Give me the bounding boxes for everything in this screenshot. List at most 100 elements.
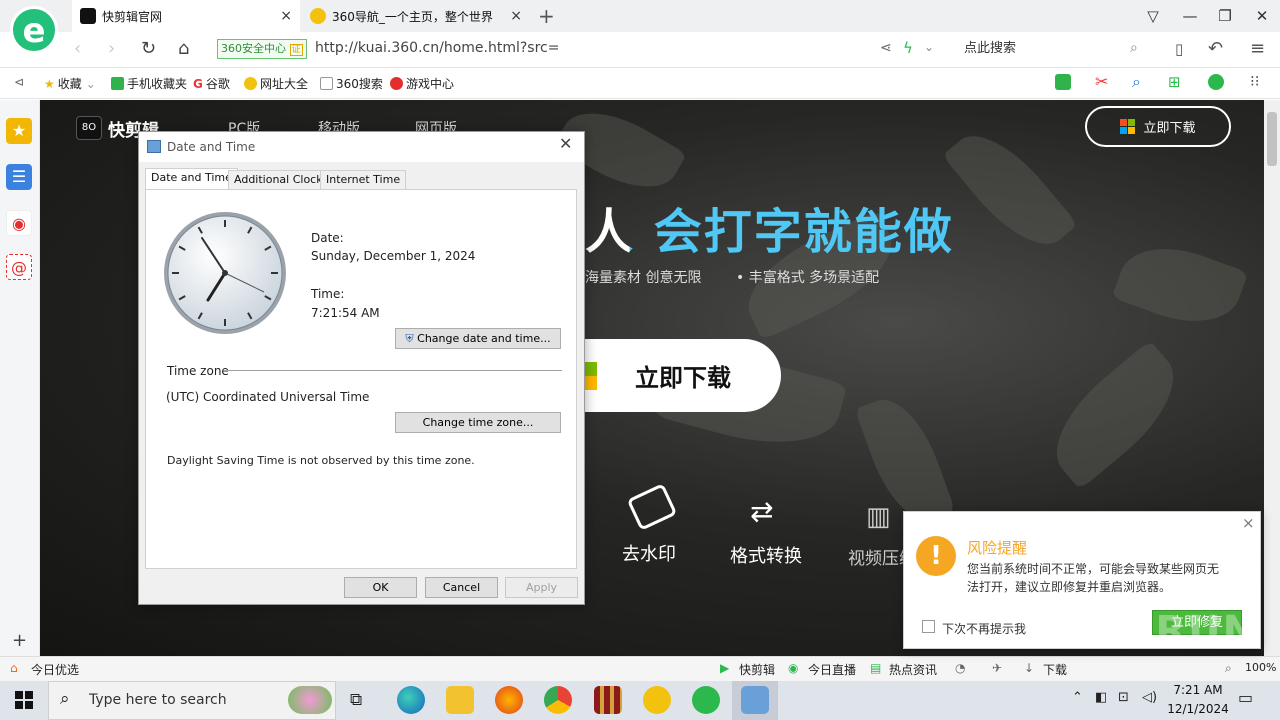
apps-grid-icon[interactable]: ⁝⁝	[1250, 72, 1260, 90]
start-button-icon[interactable]	[15, 691, 33, 709]
scrollbar-thumb[interactable]	[1267, 112, 1277, 166]
360-safe-icon[interactable]	[643, 686, 671, 714]
search-icon[interactable]: ⌕	[1130, 40, 1138, 56]
collapse-sidebar-icon[interactable]: ⊲	[14, 75, 24, 89]
volume-icon[interactable]: ◁)	[1142, 690, 1157, 705]
network-icon[interactable]: ⊡	[1118, 690, 1129, 705]
compress-icon[interactable]: ▥	[866, 502, 891, 532]
tab-additional-clocks[interactable]: Additional Clocks	[228, 170, 335, 190]
dont-show-label[interactable]: 下次不再提示我	[942, 620, 1026, 637]
dont-show-checkbox[interactable]	[922, 620, 935, 633]
date-value: Sunday, December 1, 2024	[311, 249, 476, 263]
bookmark-games[interactable]: 游戏中心	[390, 75, 454, 92]
bookmark-sites[interactable]: 网址大全	[244, 75, 308, 92]
tab-internet-time[interactable]: Internet Time	[320, 170, 407, 190]
bookmark-favorites[interactable]: ★ 收藏 ⌄	[44, 75, 96, 92]
format-convert-icon[interactable]: ⇄	[750, 495, 773, 528]
apply-button[interactable]: Apply	[505, 577, 578, 598]
tab-360-nav[interactable]: 360导航_一个主页，整个世界 ×	[302, 0, 530, 32]
status-news[interactable]: 热点资讯	[889, 661, 937, 678]
status-live[interactable]: 今日直播	[808, 661, 856, 678]
add-sidebar-icon[interactable]: +	[12, 630, 27, 651]
feature-remove-watermark[interactable]: 去水印	[622, 540, 676, 566]
cancel-button[interactable]: Cancel	[425, 577, 498, 598]
skin-icon[interactable]: ▽	[1138, 4, 1168, 28]
download-top-button[interactable]: 立即下载	[1085, 106, 1231, 147]
warning-icon: !	[916, 536, 956, 576]
speed-mode-icon[interactable]: ϟ	[903, 39, 913, 57]
status-daily-picks[interactable]: 今日优选	[31, 661, 79, 678]
back-icon[interactable]: ‹	[74, 38, 81, 59]
page-scrollbar[interactable]	[1264, 100, 1280, 656]
search-icon: ⌕	[60, 689, 70, 709]
kuaijianji-logo-icon[interactable]: 8O	[76, 116, 102, 140]
forward-icon[interactable]: ›	[108, 38, 115, 59]
tab-close-icon[interactable]: ×	[280, 8, 292, 24]
tab-date-and-time[interactable]: Date and Time	[145, 168, 238, 190]
bookmark-mobile[interactable]: 手机收藏夹	[111, 75, 187, 92]
bookmark-search[interactable]: 360搜索	[320, 75, 383, 92]
tab-title: 360导航_一个主页，整个世界	[332, 9, 493, 24]
download-big-button[interactable]: 立即下载	[585, 339, 781, 412]
dialog-titlebar[interactable]: Date and Time	[139, 132, 584, 162]
notification-close-button[interactable]: ×	[1242, 514, 1255, 532]
maximize-button[interactable]: ❐	[1210, 4, 1240, 28]
change-time-zone-button[interactable]: Change time zone...	[395, 412, 561, 433]
menu-icon[interactable]: ≡	[1250, 38, 1265, 59]
360-browser-icon[interactable]	[692, 686, 720, 714]
scissors-icon[interactable]: ✂	[1095, 72, 1108, 91]
close-window-button[interactable]: ✕	[1247, 4, 1277, 28]
gamepad-icon[interactable]: ⊞	[1168, 73, 1181, 91]
download-icon: ↓	[1024, 661, 1035, 675]
url-field[interactable]: http://kuai.360.cn/home.html?src=	[315, 40, 559, 56]
ok-button[interactable]: OK	[344, 577, 417, 598]
dialog-close-button[interactable]: ✕	[559, 134, 572, 153]
undo-icon[interactable]: ↶	[1208, 38, 1223, 59]
refresh-icon[interactable]: ↻	[141, 38, 156, 59]
status-kuaijianji[interactable]: 快剪辑	[739, 661, 775, 678]
reader-icon[interactable]: ☰	[6, 164, 32, 190]
windows-logo-icon	[585, 362, 597, 390]
kuaijianji-favicon-icon	[80, 8, 96, 24]
winrar-icon[interactable]	[594, 686, 622, 714]
tray-app-icon[interactable]: ◧	[1095, 690, 1107, 705]
task-view-icon[interactable]: ⧉	[350, 690, 362, 710]
feature-line-1: 海量素材 创意无限	[585, 270, 702, 286]
taskbar-date[interactable]: 12/1/2024	[1166, 702, 1230, 716]
change-date-time-button[interactable]: ⛨ Change date and time...	[395, 328, 561, 349]
firefox-icon[interactable]	[495, 686, 523, 714]
new-tab-button[interactable]: +	[538, 4, 555, 28]
datetime-taskbar-icon[interactable]	[741, 686, 769, 714]
tab-kuaijianji[interactable]: 快剪辑官网 ×	[72, 0, 300, 32]
edge-app-icon[interactable]	[397, 686, 425, 714]
shopping-icon[interactable]	[1208, 74, 1224, 90]
home-icon[interactable]: ⌂	[178, 38, 189, 59]
security-badge[interactable]: 360安全中心 证	[217, 39, 307, 59]
extension-green-icon[interactable]	[1055, 74, 1071, 90]
zoom-level[interactable]: 100%	[1245, 661, 1276, 674]
mobile-icon[interactable]: ▯	[1175, 40, 1183, 58]
status-download[interactable]: 下载	[1043, 661, 1067, 678]
tab-close-icon[interactable]: ×	[510, 8, 522, 24]
pin-icon[interactable]: ✈	[992, 661, 1002, 675]
share-icon[interactable]: ⋖	[880, 40, 892, 56]
minimize-button[interactable]: —	[1175, 4, 1205, 28]
feature-format-convert[interactable]: 格式转换	[730, 542, 802, 568]
bookmark-google[interactable]: G 谷歌	[193, 75, 230, 92]
tray-chevron-icon[interactable]: ⌃	[1072, 690, 1083, 705]
weibo-icon[interactable]: ◉	[6, 210, 32, 236]
notification-center-icon[interactable]: ▭	[1238, 688, 1253, 707]
favorites-star-icon[interactable]: ★	[6, 118, 32, 144]
file-explorer-icon[interactable]	[446, 686, 474, 714]
dst-note: Daylight Saving Time is not observed by …	[167, 454, 475, 467]
feature-compress[interactable]: 视频压缩	[848, 544, 908, 569]
mail-icon[interactable]: @	[6, 254, 32, 280]
search-tool-icon[interactable]: ⌕	[1132, 72, 1141, 92]
search-input[interactable]: 点此搜索	[954, 36, 1154, 62]
chevron-down-icon[interactable]: ⌄	[924, 40, 934, 54]
taskbar-time[interactable]: 7:21 AM	[1170, 683, 1226, 697]
speed-icon[interactable]: ◔	[955, 661, 965, 675]
headline-text: 人 会打字就能做	[585, 204, 954, 260]
chrome-icon[interactable]	[544, 686, 572, 714]
browser-logo-icon[interactable]: e	[10, 6, 58, 54]
